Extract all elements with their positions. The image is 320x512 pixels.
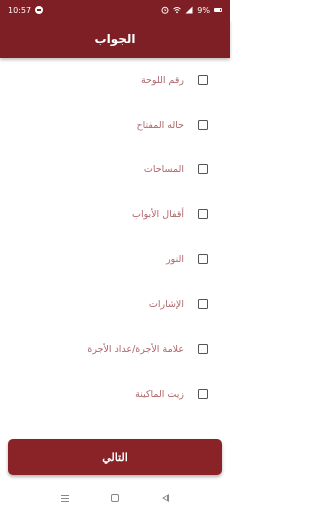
status-bar: 10:57 9% [0,0,230,20]
checklist-item[interactable]: زيت الماكينة [0,379,230,409]
checklist-item-label: علامة الأجرة/عداد الأجرة [87,343,184,355]
checkbox[interactable] [198,254,208,264]
status-right: 9% [161,6,222,15]
checkbox[interactable] [198,209,208,219]
checklist-item-label: المساحات [143,163,184,175]
signal-icon [185,6,193,14]
checklist-item-label: زيت الماكينة [135,388,184,400]
checklist-item-label: حاله المفتاح [136,119,185,131]
home-icon[interactable] [111,494,120,502]
navigation-bar [0,484,230,512]
checklist-item[interactable]: علامة الأجرة/عداد الأجرة [0,334,230,364]
wifi-icon [173,7,182,14]
checklist-item[interactable]: حاله المفتاح [0,110,230,140]
app-root: 10:57 9% الجواب رقم اللوحة حاله المفتاح … [0,0,230,512]
battery-icon [214,8,222,12]
checklist-item-label: النور [166,253,184,265]
checklist-item[interactable]: رقم اللوحة [0,65,230,95]
checkbox[interactable] [198,389,208,399]
messenger-icon [35,6,44,14]
checklist-item-label: رقم اللوحة [140,74,184,86]
checkbox[interactable] [198,164,208,174]
status-time: 10:57 [8,5,32,15]
battery-percent: 9% [197,5,210,15]
page-title: الجواب [94,32,136,46]
checklist-item[interactable]: المساحات [0,154,230,184]
back-icon[interactable] [161,494,169,502]
checklist-item[interactable]: الإشارات [0,289,230,319]
recent-apps-icon[interactable] [61,494,70,502]
next-button[interactable]: التالي [8,439,222,475]
checkbox[interactable] [198,344,208,354]
checkbox[interactable] [198,120,208,130]
alarm-icon [161,6,169,14]
status-left: 10:57 [8,5,44,15]
checkbox[interactable] [198,75,208,85]
checklist-item[interactable]: أقفال الأبواب [0,199,230,229]
checklist-item[interactable]: النور [0,244,230,274]
checkbox[interactable] [198,299,208,309]
app-bar: الجواب [0,20,230,58]
checklist-item-label: أقفال الأبواب [132,208,184,220]
checklist-item-label: الإشارات [148,298,184,310]
